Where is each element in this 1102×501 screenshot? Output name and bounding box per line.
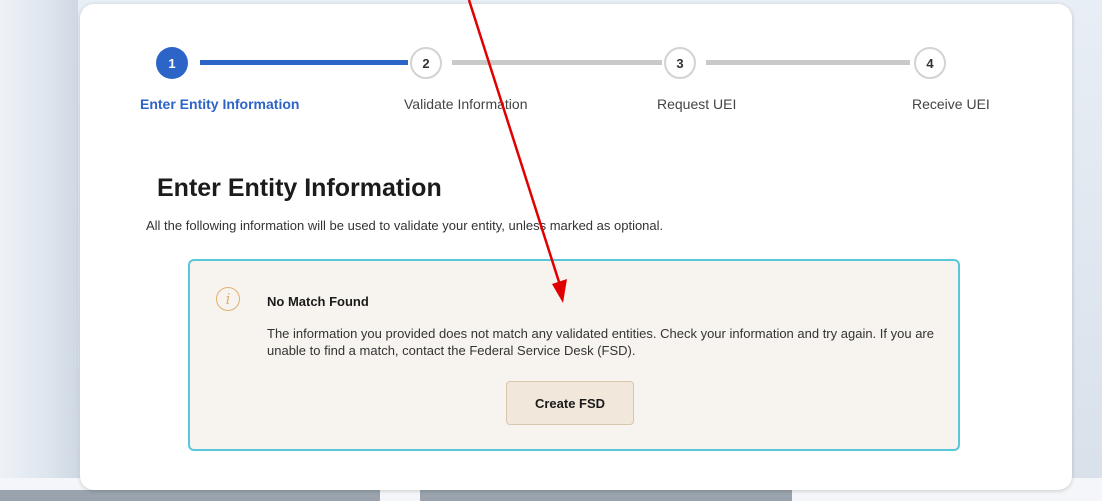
step-1-label: Enter Entity Information — [140, 96, 300, 112]
screenshot-stage: 1 2 3 4 Enter Entity Information Validat… — [0, 0, 1102, 501]
create-fsd-button[interactable]: Create FSD — [506, 381, 634, 425]
no-match-alert: i No Match Found The information you pro… — [188, 259, 960, 451]
background-bar-left — [0, 490, 380, 501]
background-window-edge — [0, 0, 78, 501]
step-connector-1-2 — [200, 60, 408, 65]
step-4-indicator: 4 — [914, 47, 946, 79]
background-bar-center — [420, 490, 792, 501]
page-title: Enter Entity Information — [157, 174, 442, 202]
alert-message: The information you provided does not ma… — [267, 326, 934, 358]
step-3-indicator: 3 — [664, 47, 696, 79]
step-2-label: Validate Information — [404, 96, 528, 112]
info-icon: i — [216, 287, 240, 311]
step-2-indicator: 2 — [410, 47, 442, 79]
progress-stepper: 1 2 3 4 Enter Entity Information Validat… — [80, 4, 1072, 134]
step-1-indicator: 1 — [156, 47, 188, 79]
alert-title: No Match Found — [267, 294, 369, 309]
step-connector-3-4 — [706, 60, 910, 65]
page-description: All the following information will be us… — [146, 218, 664, 233]
step-4-label: Receive UEI — [912, 96, 990, 112]
entity-registration-card: 1 2 3 4 Enter Entity Information Validat… — [80, 4, 1072, 490]
step-connector-2-3 — [452, 60, 662, 65]
step-3-label: Request UEI — [657, 96, 737, 112]
